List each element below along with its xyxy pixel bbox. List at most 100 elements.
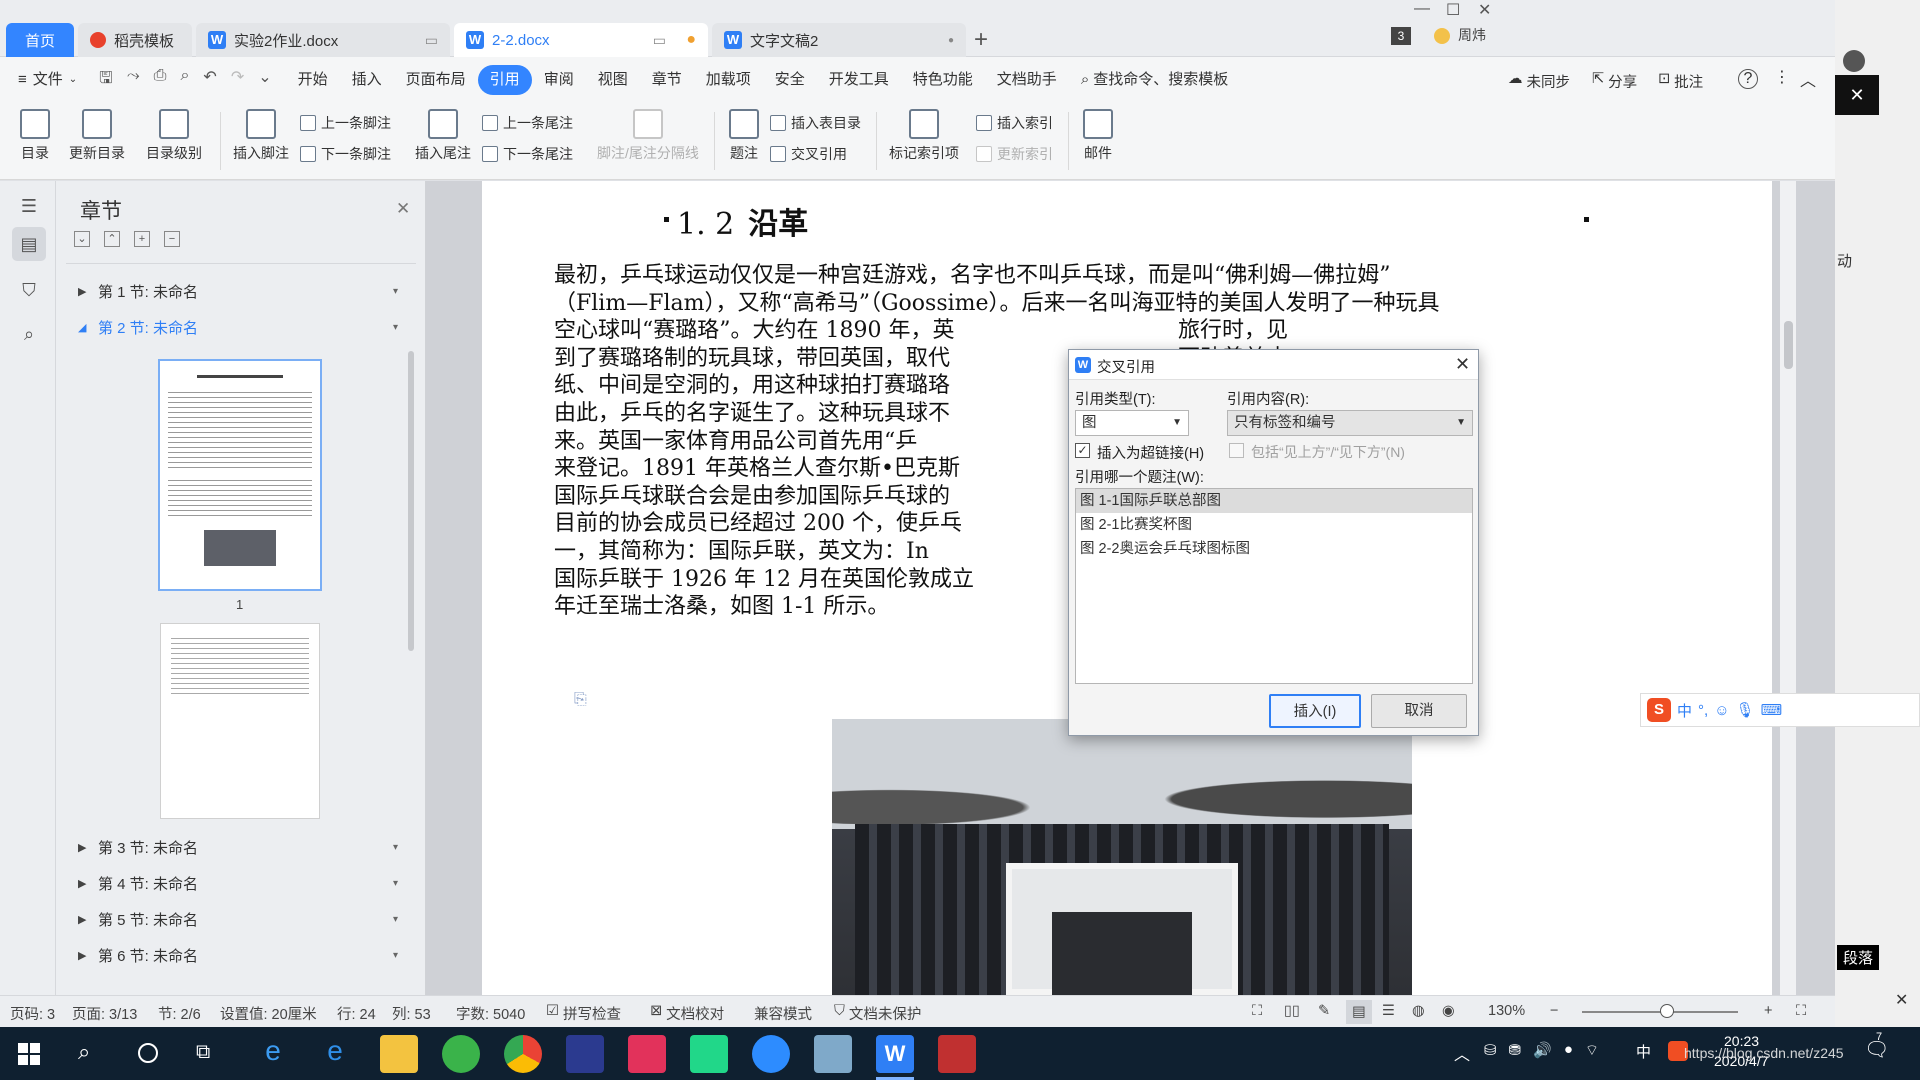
wps-writer-icon[interactable]: W <box>876 1035 914 1073</box>
prev-footnote-button[interactable]: 上一条脚注 <box>300 113 391 133</box>
update-toc-button[interactable]: 更新目录 <box>64 109 130 163</box>
volume-icon[interactable]: 🔊 <box>1533 1041 1552 1060</box>
section-item[interactable]: ▶ 第 5 节: 未命名 ▾ <box>78 909 398 930</box>
file-explorer-icon[interactable] <box>380 1035 418 1073</box>
undo-icon[interactable]: ↶ <box>203 67 216 94</box>
outline-icon[interactable]: ☰ <box>12 189 46 223</box>
zoom-icon[interactable] <box>752 1035 790 1073</box>
tab-assistant[interactable]: 文档助手 <box>985 65 1069 95</box>
tab-shiyan2[interactable]: W 实验2作业.docx ▭ <box>196 23 450 57</box>
mark-index-button[interactable]: 标记索引项 <box>886 109 962 163</box>
edge-icon[interactable]: e <box>316 1035 354 1073</box>
ime-indicator[interactable]: 中 <box>1636 1041 1651 1062</box>
close-window-button[interactable]: ✕ <box>1478 0 1491 20</box>
reference-type-select[interactable]: 图 ▼ <box>1075 410 1189 436</box>
eye-protect-icon[interactable]: ◉ <box>1442 1003 1455 1019</box>
customize-icon[interactable]: ⌄ <box>258 67 271 94</box>
intellij-icon[interactable] <box>628 1035 666 1073</box>
tab-insert[interactable]: 插入 <box>340 65 394 95</box>
paste-options-icon[interactable]: ⎘ <box>574 691 587 709</box>
expand-icon[interactable]: ⌄ <box>74 231 90 247</box>
output-icon[interactable]: ⤳ <box>127 67 140 94</box>
section-item[interactable]: ▶ 第 4 节: 未命名 ▾ <box>78 873 398 894</box>
minimize-button[interactable]: — <box>1414 0 1430 18</box>
maximize-button[interactable]: ☐ <box>1446 0 1460 20</box>
caption-button[interactable]: 题注 <box>722 109 766 163</box>
preview-icon[interactable]: ⌕ <box>180 67 189 94</box>
collapse-ribbon-icon[interactable]: ︿ <box>1800 67 1816 91</box>
sync-button[interactable]: ☁ 未同步 <box>1508 71 1570 92</box>
app-blue-icon[interactable] <box>814 1035 852 1073</box>
caption-item[interactable]: 图 2-1比赛奖杯图 <box>1076 513 1472 537</box>
app-tray-icon[interactable]: ⛃ <box>1509 1041 1522 1060</box>
next-endnote-button[interactable]: 下一条尾注 <box>482 144 573 164</box>
tab-start[interactable]: 开始 <box>286 65 340 95</box>
proofread[interactable]: ⊠ 文档校对 <box>650 1003 724 1024</box>
page-thumbnail-2[interactable] <box>160 623 320 819</box>
fullscreen-icon[interactable]: ⛶ <box>1252 1003 1262 1019</box>
scroll-thumb[interactable] <box>1784 321 1793 369</box>
fit-page-icon[interactable]: ⛶ <box>1796 1003 1806 1019</box>
user-avatar[interactable] <box>1434 28 1450 44</box>
tab-home[interactable]: 首页 <box>6 23 74 57</box>
search-icon[interactable]: ⌕ <box>78 1039 90 1065</box>
tab-2-2[interactable]: W 2-2.docx ▭ ● <box>454 23 708 57</box>
insert-index-button[interactable]: 插入索引 <box>976 113 1053 133</box>
caption-list[interactable]: 图 1-1国际乒联总部图 图 2-1比赛奖杯图 图 2-2奥运会乒乓球图标图 <box>1075 488 1473 684</box>
tab-developer[interactable]: 开发工具 <box>817 65 901 95</box>
word-count[interactable]: 字数: 5040 <box>456 1003 525 1024</box>
bookmark-icon[interactable]: ⛉ <box>12 273 46 307</box>
tab-section[interactable]: 章节 <box>640 65 694 95</box>
chrome-icon[interactable] <box>504 1035 542 1073</box>
security-icon[interactable]: ● <box>1564 1041 1573 1060</box>
command-search[interactable]: ⌕ 查找命令、搜索模板 <box>1069 65 1240 95</box>
tab-view[interactable]: 视图 <box>586 65 640 95</box>
network-share-icon[interactable]: ⛁ <box>1484 1041 1497 1060</box>
find-icon[interactable]: ⌕ <box>12 317 46 351</box>
tab-count-badge[interactable]: 3 <box>1391 27 1411 45</box>
cancel-button[interactable]: 取消 <box>1371 694 1467 728</box>
file-menu[interactable]: ≡ 文件 ⌄ <box>6 65 89 95</box>
help-icon[interactable]: ? <box>1738 69 1758 89</box>
zoom-level[interactable]: 130% <box>1488 1003 1525 1019</box>
protect-status[interactable]: ⛉ 文档未保护 <box>834 1003 921 1024</box>
next-footnote-button[interactable]: 下一条脚注 <box>300 144 391 164</box>
comment-button[interactable]: ⊡ 批注 <box>1658 71 1703 92</box>
zoom-out-icon[interactable]: − <box>1550 1003 1558 1019</box>
save-icon[interactable]: 🖫 <box>99 67 113 94</box>
zoom-slider-handle[interactable] <box>1660 1004 1674 1018</box>
add-section-icon[interactable]: + <box>134 231 150 247</box>
insert-footnote-button[interactable]: 插入脚注 <box>228 109 294 163</box>
tab-wenzi2[interactable]: W 文字文稿2 ● <box>712 23 966 57</box>
web-view-icon[interactable]: ◍ <box>1412 1003 1425 1019</box>
page-view-icon[interactable]: ▤ <box>1346 1000 1372 1024</box>
tray-up-icon[interactable]: ︿ <box>1454 1041 1470 1065</box>
section-item[interactable]: ▶ 第 3 节: 未命名 ▾ <box>78 837 398 858</box>
write-mode-icon[interactable]: ✎ <box>1318 1003 1330 1019</box>
print-icon[interactable]: ⎙ <box>154 67 167 94</box>
hyperlink-checkbox[interactable]: ✓ <box>1075 443 1090 458</box>
section-item-active[interactable]: ◢ 第 2 节: 未命名 ▾ <box>78 317 398 338</box>
pycharm-icon[interactable] <box>690 1035 728 1073</box>
wifi-icon[interactable]: ⌔ <box>1585 1041 1599 1060</box>
chapter-nav-icon[interactable]: ▤ <box>12 227 46 261</box>
caption-item[interactable]: 图 2-2奥运会乒乓球图标图 <box>1076 537 1472 561</box>
panel-scrollbar[interactable] <box>408 351 414 651</box>
prev-endnote-button[interactable]: 上一条尾注 <box>482 113 573 133</box>
tab-docer[interactable]: 稻壳模板 <box>78 23 192 57</box>
tab-review[interactable]: 审阅 <box>532 65 586 95</box>
tab-addins[interactable]: 加载项 <box>694 65 763 95</box>
cortana-icon[interactable] <box>138 1043 158 1063</box>
vertical-ruler-scrollbar[interactable] <box>1780 181 1796 995</box>
insert-endnote-button[interactable]: 插入尾注 <box>410 109 476 163</box>
cross-ref-button[interactable]: 交叉引用 <box>770 144 847 164</box>
section-item[interactable]: ▶ 第 1 节: 未命名 ▾ <box>78 281 398 302</box>
devcpp-icon[interactable] <box>566 1035 604 1073</box>
close-panel-icon[interactable]: ✕ <box>396 199 410 219</box>
tab-references[interactable]: 引用 <box>477 65 532 95</box>
new-tab-button[interactable]: + <box>974 26 988 54</box>
task-view-icon[interactable]: ⧉ <box>196 1041 210 1064</box>
collapse-icon[interactable]: ⌃ <box>104 231 120 247</box>
remove-section-icon[interactable]: − <box>164 231 180 247</box>
spell-check[interactable]: ☑ 拼写检查 <box>546 1003 621 1024</box>
